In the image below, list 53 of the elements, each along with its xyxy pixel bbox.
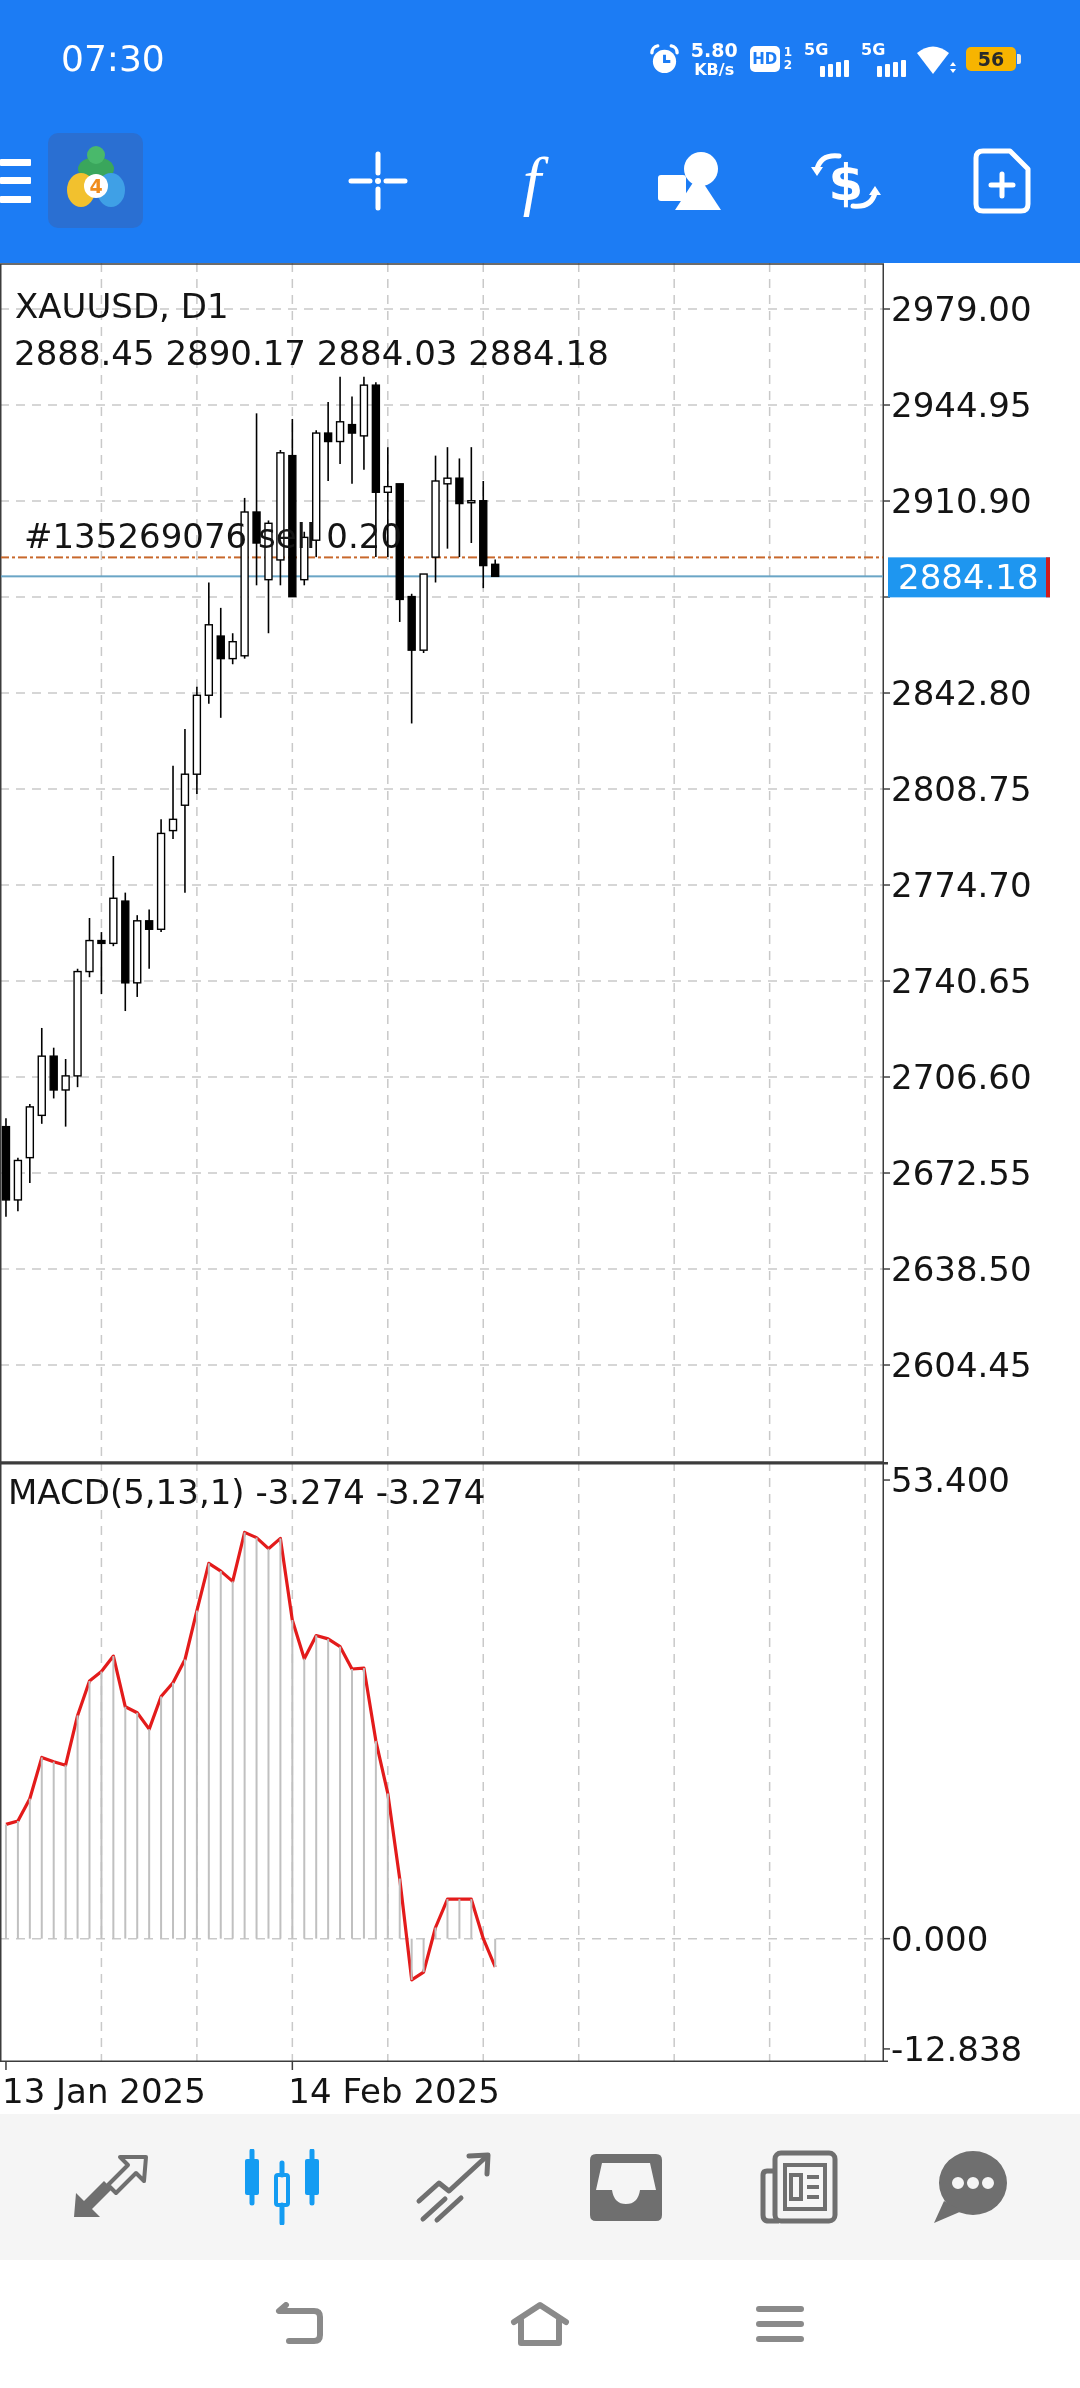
candlestick-icon[interactable]: [243, 2149, 321, 2225]
crosshair-icon[interactable]: [348, 150, 408, 211]
symbol-title: XAUUSD, D1: [15, 286, 229, 326]
inbox-tray-icon[interactable]: [590, 2153, 662, 2221]
function-icon[interactable]: f: [510, 140, 558, 221]
chat-bubble-icon[interactable]: [932, 2149, 1008, 2225]
hd-badge: HD: [749, 46, 780, 72]
sim-label: 2: [783, 59, 792, 73]
candlestick: [491, 558, 500, 578]
axis-label: 0.000: [891, 1918, 989, 1959]
price-label: 2604.45: [891, 1345, 1032, 1385]
app-logo-icon[interactable]: 4: [48, 133, 143, 228]
signal-icon: [820, 59, 849, 77]
recent-apps-icon[interactable]: [756, 2305, 804, 2343]
candlestick: [61, 1058, 70, 1128]
candlestick: [49, 1046, 58, 1100]
clock-time: 07:30: [61, 41, 165, 77]
back-icon[interactable]: [275, 2302, 325, 2346]
alarm-clock-icon: [648, 43, 680, 75]
date-label: 14 Feb 2025: [288, 2071, 500, 2111]
shapes-icon[interactable]: [658, 150, 722, 211]
current-price-tag: 2884.18: [888, 557, 1050, 598]
price-label: 2944.95: [891, 385, 1032, 425]
price-label: 2638.50: [891, 1249, 1032, 1289]
new-document-icon[interactable]: [973, 147, 1031, 214]
ohlc-values: 2888.45 2890.17 2884.03 2884.18: [14, 333, 609, 373]
date-label: 13 Jan 2025: [2, 2071, 206, 2111]
price-label: 2910.90: [891, 481, 1032, 521]
indicator-title: MACD(5,13,1) -3.274 -3.274: [8, 1472, 486, 1512]
speed-unit: KB/s: [694, 61, 735, 78]
price-label: 2740.65: [891, 961, 1032, 1001]
candlestick: [228, 632, 237, 666]
network-label: 5G: [861, 41, 886, 58]
candlestick: [85, 917, 94, 978]
network-label: 5G: [804, 41, 829, 58]
signal-icon: [877, 59, 906, 77]
axis-label: 53.400: [891, 1462, 1010, 1501]
price-label: 2774.70: [891, 865, 1032, 905]
home-icon[interactable]: [510, 2301, 570, 2347]
price-label: 2672.55: [891, 1153, 1032, 1193]
candlestick: [144, 908, 154, 970]
price-label: 2979.00: [891, 289, 1032, 329]
menu-icon[interactable]: [0, 158, 31, 203]
price-label: 2808.75: [891, 769, 1032, 809]
price-label: 2842.80: [891, 673, 1032, 713]
network-speed: 5.80: [690, 40, 738, 60]
candlestick: [97, 931, 106, 995]
newspaper-icon[interactable]: [758, 2150, 838, 2224]
candlestick: [13, 1156, 23, 1212]
axis-label: -12.838: [891, 2028, 1023, 2062]
price-label: 2706.60: [891, 1057, 1032, 1097]
battery-indicator: 56: [966, 47, 1021, 71]
sim-label: 1: [783, 45, 792, 59]
